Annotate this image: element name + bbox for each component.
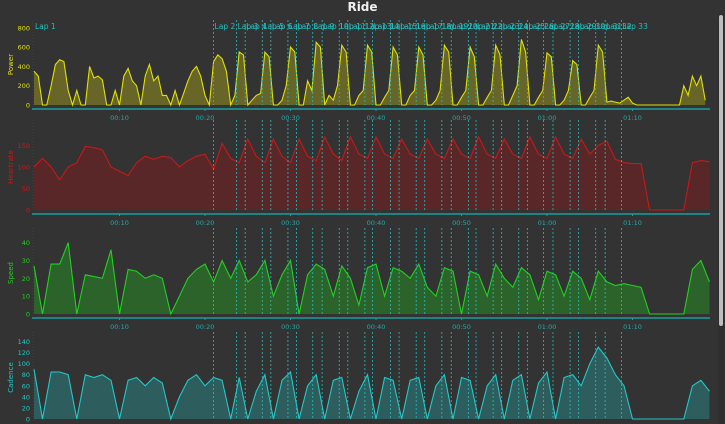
y-tick-label: 0 [26, 102, 30, 110]
y-tick-label: 200 [18, 82, 30, 90]
x-tick-label: 00:30 [281, 114, 300, 122]
y-tick-label: 0 [26, 311, 30, 319]
y-tick-label: 60 [22, 382, 30, 390]
y-tick-label: 140 [18, 338, 30, 346]
y-tick-label: 20 [22, 404, 30, 412]
x-tick-label: 00:20 [196, 323, 215, 331]
y-tick-label: 40 [22, 393, 30, 401]
x-tick-label: 00:40 [367, 219, 386, 227]
series-area-cadence [34, 347, 710, 419]
y-tick-label: 10 [22, 293, 30, 301]
panel-speed: 0 10 20 30 40 Speed 00:10 00:20 00:30 00:40 00:50 0… [7, 228, 711, 331]
y-tick-label: 80 [22, 371, 30, 379]
lap-label: Lap 33 [622, 22, 648, 31]
x-tick-label: 00:10 [110, 219, 129, 227]
y-tick-label: 600 [18, 44, 30, 52]
y-tick-label: 20 [22, 275, 30, 283]
x-tick-label: 00:50 [452, 323, 471, 331]
x-tick-label: 00:30 [281, 323, 300, 331]
y-tick-label: 50 [22, 185, 30, 193]
y-tick-label: 100 [18, 164, 30, 172]
x-tick-label: 00:40 [367, 114, 386, 122]
x-tick-label: 00:40 [367, 323, 386, 331]
x-tick-label: 00:20 [196, 114, 215, 122]
y-tick-label: 150 [18, 142, 30, 150]
x-tick-label: 00:10 [110, 114, 129, 122]
x-tick-label: 00:30 [281, 219, 300, 227]
panel-heartrate: 0 50 100 150Heartrate 00:10 00:20 00:30 00:40 00… [7, 120, 710, 227]
y-tick-label: 0 [26, 207, 30, 215]
y-axis-title: Speed [7, 262, 15, 284]
x-tick-label: 01:00 [538, 323, 557, 331]
lap-label: Lap 2 [215, 22, 236, 31]
x-tick-label: 00:50 [452, 219, 471, 227]
y-axis-title: Power [7, 54, 15, 75]
y-axis-title: Cadence [7, 362, 15, 393]
series-area-speed [34, 242, 710, 314]
y-tick-label: 800 [18, 24, 30, 32]
y-tick-label: 120 [18, 349, 30, 357]
x-tick-label: 01:00 [538, 219, 557, 227]
scrollbar-thumb[interactable] [719, 15, 723, 326]
lap-label: Lap 1 [35, 22, 56, 31]
y-tick-label: 0 [26, 416, 30, 424]
y-tick-label: 30 [22, 257, 30, 265]
panel-cadence: 0 20 40 60 80 100 120 140 Cadence [7, 332, 710, 424]
ride-chart: 0200400600800Power00:10 00:20 00:30 00:40 00… [7, 20, 711, 424]
y-tick-label: 40 [22, 239, 30, 247]
x-tick-label: 00:10 [110, 323, 129, 331]
y-tick-label: 400 [18, 63, 30, 71]
y-tick-label: 100 [18, 360, 30, 368]
x-tick-label: 01:10 [623, 114, 642, 122]
y-axis-title: Heartrate [7, 150, 15, 184]
x-tick-label: 01:10 [623, 323, 642, 331]
x-tick-label: 00:20 [196, 219, 215, 227]
x-tick-label: 01:10 [623, 219, 642, 227]
panel-power: 0200400600800Power00:10 00:20 00:30 00:40 00… [7, 20, 710, 122]
x-tick-label: 01:00 [538, 114, 557, 122]
